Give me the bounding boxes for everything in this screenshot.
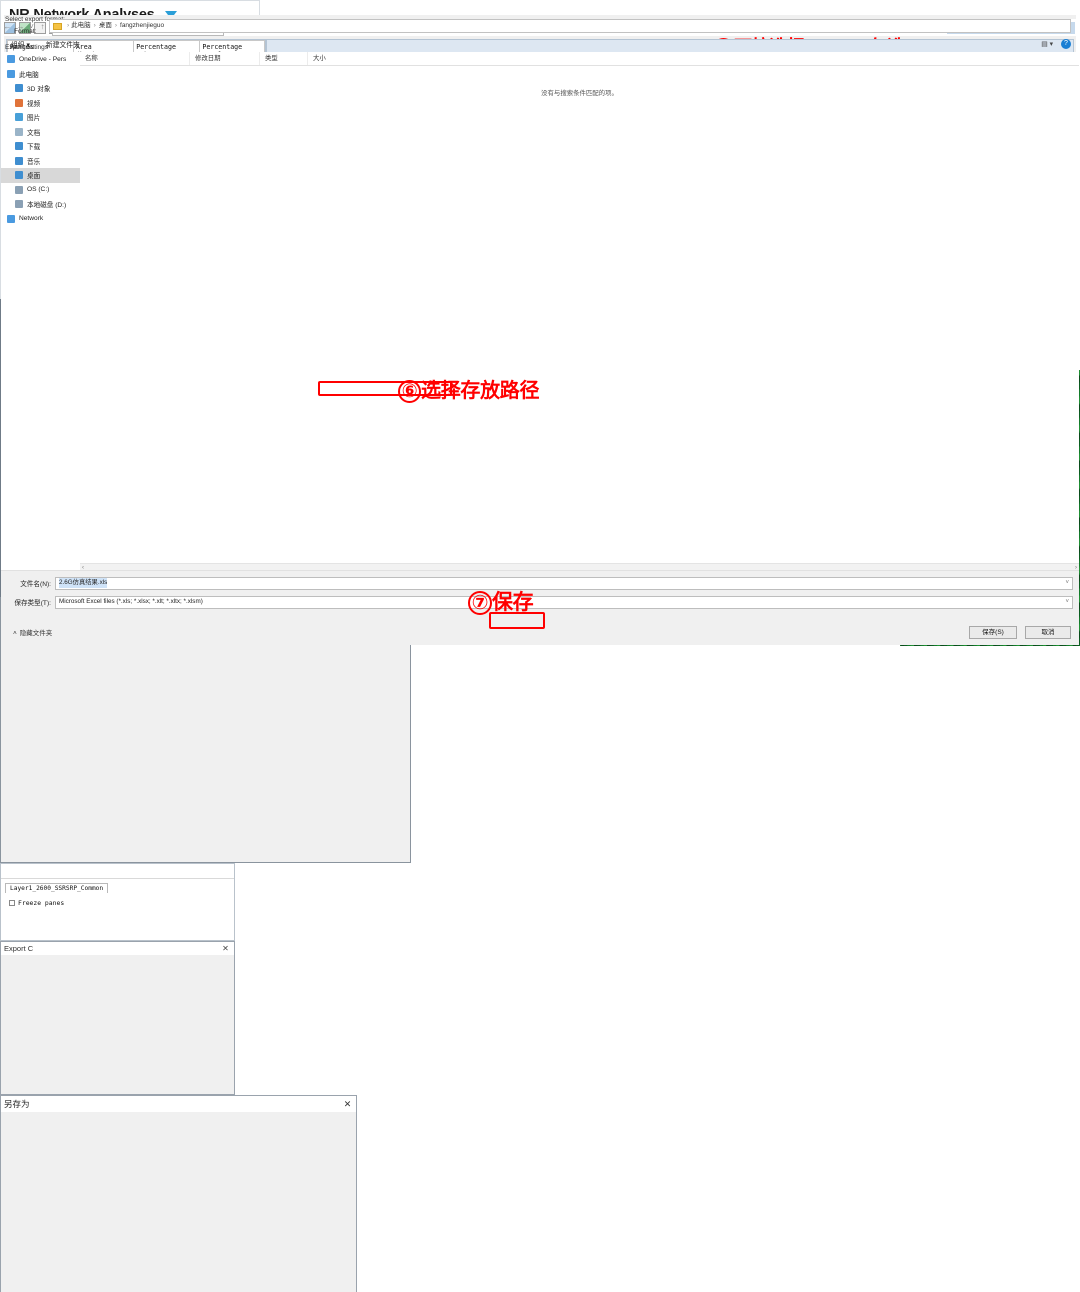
3d-objects-icon [15,84,23,93]
chevron-down-icon[interactable]: ˅ [1065,578,1069,588]
organize-label: 组织 [11,41,25,49]
cancel-button[interactable]: 取消 [1025,626,1071,639]
sidebar-item-label: OS (C:) [27,186,50,194]
export-dialog-title: Export C [4,944,34,953]
sidebar-item-label: 视频 [27,100,41,108]
sidebar-item-pictures[interactable]: 图片 [1,110,80,125]
close-icon[interactable]: ✕ [220,944,231,953]
freeze-panes-label: Freeze panes [18,899,65,907]
sidebar-item-label: 文档 [27,129,41,137]
drive-icon [15,200,23,209]
sidebar-item-label: 音乐 [27,158,41,166]
sidebar-item-label: 本地磁盘 (D:) [27,202,67,210]
sidebar-item-this-pc[interactable]: 此电脑 [1,67,80,82]
save-as-title: 另存为 [4,1099,30,1109]
sidebar-item-downloads[interactable]: 下载 [1,139,80,154]
sidebar-item-videos[interactable]: 视频 [1,96,80,111]
music-icon [15,156,23,165]
save-as-sidebar[interactable]: OneDrive - Pers 此电脑 3D 对象 视频 图片 文档 下载 音乐… [1,52,81,572]
folder-icon [53,22,62,30]
export-dialog-titlebar: Export C ✕ [1,942,234,955]
sidebar-item-os-c[interactable]: OS (C:) [1,183,80,198]
save-as-file-list[interactable]: 名称 修改日期 类型 大小 没有与搜索条件匹配的项。 [80,52,1079,572]
sidebar-item-music[interactable]: 音乐 [1,154,80,169]
save-as-bottom-bar: 文件名(N): 2.6G仿真结果.xls ˅ 保存类型(T): Microsof… [1,570,1079,645]
sidebar-item-network[interactable]: Network [1,212,80,227]
new-folder-button[interactable]: 新建文件夹 [46,39,80,49]
cloud-icon [7,55,15,64]
annotation-6: ⑥ 选择存放路径 [398,374,540,403]
help-icon[interactable]: ? [1061,38,1071,49]
view-mode-icon[interactable]: ▤ ▾ [1041,40,1053,48]
desktop-icon [15,171,23,180]
host-tab[interactable]: Layer1_2600_SSRSRP_Common [5,883,109,893]
annotation-7-save-box [489,612,545,629]
sidebar-item-label: 3D 对象 [27,86,51,94]
breadcrumb-segment-2[interactable]: 桌面 [99,20,112,32]
forward-arrow-icon[interactable]: → [14,22,27,31]
drive-icon [15,185,23,194]
pc-icon [7,69,15,78]
column-header-date[interactable]: 修改日期 [190,52,260,65]
sidebar-item-local-disk-d[interactable]: 本地磁盘 (D:) [1,197,80,212]
close-icon[interactable]: ✕ [342,1099,353,1110]
sidebar-item-label: 图片 [27,115,41,123]
sidebar-item-label: 此电脑 [19,71,39,79]
chevron-down-icon[interactable]: ˅ [1065,597,1069,607]
sidebar-item-label: 桌面 [27,173,41,181]
organize-button[interactable]: 组织 ▾ [11,39,30,49]
sidebar-item-label: OneDrive - Pers [19,55,67,63]
column-header-size[interactable]: 大小 [308,52,348,65]
sidebar-item-documents[interactable]: 文档 [1,125,80,140]
save-type-value: Microsoft Excel files (*.xls; *.xlsx; *.… [59,598,203,605]
hide-folders-label: 隐藏文件夹 [19,630,53,637]
annotation-7-number: ⑦ [468,591,492,615]
sidebar-item-label: Network [19,215,44,223]
empty-folder-message: 没有与搜索条件匹配的项。 [541,90,618,97]
column-header-name[interactable]: 名称 [80,52,190,65]
history-dropdown-icon[interactable]: ˅ [27,22,36,31]
save-as-dialog[interactable]: 另存为 ✕ ← → ˅ ↑ › 此电脑 › 桌面 › fangzhenjiegu… [0,19,1079,1292]
save-type-row: 保存类型(T): Microsoft Excel files (*.xls; *… [1,595,1079,609]
file-list-header: 名称 修改日期 类型 大小 [80,52,1079,66]
column-header-type[interactable]: 类型 [260,52,308,65]
file-name-label: 文件名(N): [20,581,51,588]
documents-icon [15,127,23,136]
save-button[interactable]: 保存(S) [969,626,1017,639]
sidebar-item-desktop[interactable]: 桌面 [1,168,80,183]
breadcrumb-segment-3[interactable]: fangzhenjieguo [120,20,164,32]
save-type-select[interactable]: Microsoft Excel files (*.xls; *.xlsx; *.… [55,595,1073,609]
freeze-panes-checkbox[interactable] [9,900,15,906]
videos-icon [15,98,23,107]
breadcrumb[interactable]: › 此电脑 › 桌面 › fangzhenjieguo [49,19,1071,33]
save-as-navigation[interactable]: ← → ˅ ↑ › 此电脑 › 桌面 › fangzhenjieguo [1,17,1079,35]
pictures-icon [15,113,23,122]
sidebar-item-3d-objects[interactable]: 3D 对象 [1,81,80,96]
file-name-row: 文件名(N): 2.6G仿真结果.xls ˅ [1,576,1079,590]
network-icon [7,214,15,223]
hide-folders-toggle[interactable]: ˄ 隐藏文件夹 [13,627,52,637]
export-host-window: Layer1_2600_SSRSRP_Common Freeze panes R… [0,616,1079,941]
file-name-value: 2.6G仿真结果.xls [59,578,108,588]
sidebar-item-label: 下载 [27,144,41,152]
sidebar-item-onedrive[interactable]: OneDrive - Pers [1,52,80,67]
file-name-input[interactable]: 2.6G仿真结果.xls ˅ [55,576,1073,590]
downloads-icon [15,142,23,151]
save-as-titlebar: 另存为 ✕ [1,1096,356,1112]
back-arrow-icon[interactable]: ← [1,22,14,31]
breadcrumb-segment-1[interactable]: 此电脑 [71,20,91,32]
host-freeze-panes-row[interactable]: Freeze panes [9,899,234,907]
save-type-label: 保存类型(T): [14,600,51,607]
save-as-toolbar[interactable]: 组织 ▾ 新建文件夹 ▤ ▾ ? [1,35,1079,53]
annotation-6-number: ⑥ [398,380,421,403]
export-dialog[interactable]: Export C ✕ Select export format: Format:… [0,16,235,1095]
up-arrow-icon[interactable]: ↑ [36,22,49,31]
